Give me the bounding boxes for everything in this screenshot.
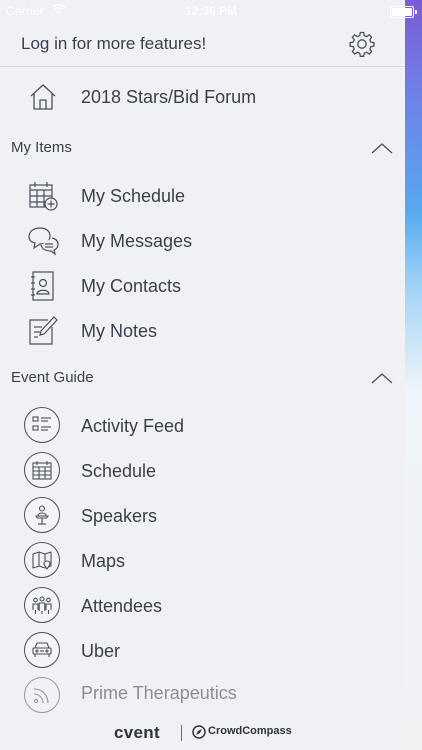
chevron-up-icon[interactable] xyxy=(370,141,394,155)
my-schedule-label: My Schedule xyxy=(81,186,186,206)
gear-icon[interactable] xyxy=(348,30,376,58)
menu-item-my-contacts[interactable]: My Contacts xyxy=(0,264,405,308)
my-contacts-label: My Contacts xyxy=(81,276,182,296)
note-pencil-icon xyxy=(29,316,58,345)
footer-branding: cvent CrowdCompass xyxy=(0,715,405,750)
menu-item-my-schedule[interactable]: My Schedule xyxy=(0,174,405,218)
calendar-grid-icon xyxy=(24,452,60,488)
prime-therapeutics-label: Prime Therapeutics xyxy=(81,683,237,703)
menu-item-attendees[interactable]: Attendees xyxy=(0,584,405,628)
speakers-label: Speakers xyxy=(81,506,158,526)
car-icon xyxy=(24,632,60,668)
my-messages-label: My Messages xyxy=(81,231,193,251)
contact-book-icon xyxy=(31,271,54,301)
crowdcompass-logo-icon xyxy=(192,725,206,739)
activity-feed-label: Activity Feed xyxy=(81,416,185,436)
menu-item-uber[interactable]: Uber xyxy=(0,629,405,673)
cvent-logo: cvent xyxy=(114,723,160,742)
schedule-label: Schedule xyxy=(81,461,157,481)
attendees-label: Attendees xyxy=(81,596,163,616)
event-guide-header[interactable]: Event Guide xyxy=(0,365,405,393)
uber-label: Uber xyxy=(81,641,121,661)
chat-bubbles-icon xyxy=(28,227,59,256)
battery-icon xyxy=(390,6,417,18)
my-items-header[interactable]: My Items xyxy=(0,135,405,163)
my-items-title: My Items xyxy=(11,139,72,156)
calendar-plus-icon xyxy=(29,182,58,211)
login-prompt[interactable]: Log in for more features! xyxy=(21,34,206,54)
event-home-item[interactable]: 2018 Stars/Bid Forum xyxy=(0,76,405,120)
footer-divider xyxy=(181,725,182,741)
status-time: 12:36 PM xyxy=(184,4,238,18)
menu-item-schedule[interactable]: Schedule xyxy=(0,449,405,493)
login-banner[interactable]: Log in for more features! xyxy=(0,22,405,67)
menu-item-speakers[interactable]: Speakers xyxy=(0,494,405,538)
navigation-drawer: Log in for more features! 2018 Stars/Bid… xyxy=(0,0,405,750)
rss-icon xyxy=(24,677,60,713)
event-guide-title: Event Guide xyxy=(11,369,94,386)
chevron-up-icon[interactable] xyxy=(370,371,394,385)
my-notes-label: My Notes xyxy=(81,321,158,341)
background-app-edge[interactable] xyxy=(405,0,422,750)
event-home-label: 2018 Stars/Bid Forum xyxy=(81,87,257,107)
home-icon xyxy=(30,84,56,110)
maps-label: Maps xyxy=(81,551,126,571)
menu-item-my-messages[interactable]: My Messages xyxy=(0,219,405,263)
status-bar: Carrier 12:36 PM xyxy=(0,0,422,22)
menu-item-activity-feed[interactable]: Activity Feed xyxy=(0,404,405,448)
menu-item-my-notes[interactable]: My Notes xyxy=(0,309,405,353)
speaker-podium-icon xyxy=(24,497,60,533)
menu-item-prime-therapeutics[interactable]: Prime Therapeutics xyxy=(0,674,405,718)
menu-item-maps[interactable]: Maps xyxy=(0,539,405,583)
map-pin-icon xyxy=(24,542,60,578)
crowdcompass-logo: CrowdCompass xyxy=(208,725,292,737)
list-icon xyxy=(24,407,60,443)
people-icon xyxy=(24,587,60,623)
